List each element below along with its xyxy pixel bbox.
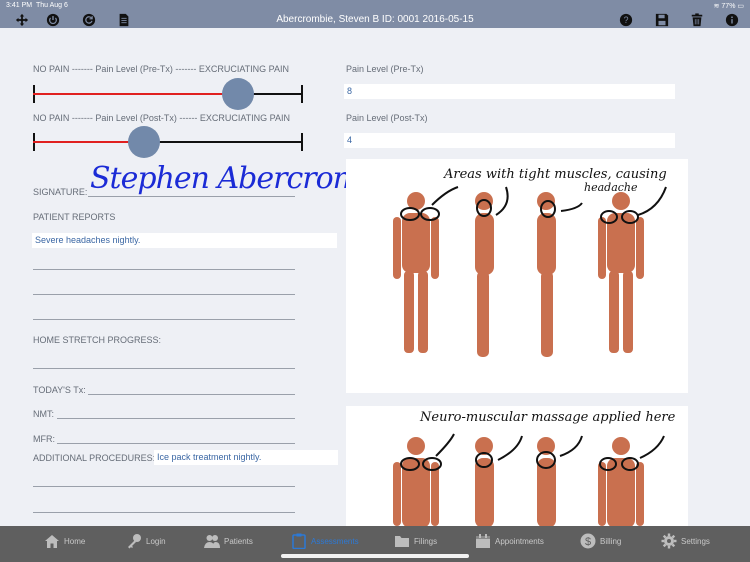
- pain-pre-scale-label: NO PAIN ------- Pain Level (Pre-Tx) ----…: [33, 64, 289, 74]
- signature-label: SIGNATURE:: [33, 187, 88, 197]
- key-icon: [128, 534, 141, 549]
- tab-label: Filings: [414, 536, 438, 546]
- todays-tx-line[interactable]: [88, 394, 295, 395]
- notes-line[interactable]: [33, 269, 295, 270]
- tab-login[interactable]: Login: [126, 526, 166, 556]
- anatomy-diagram-bottom[interactable]: Neuro-muscular massage applied here: [346, 406, 688, 526]
- tab-label: Appointments: [495, 536, 544, 546]
- tab-label: Settings: [681, 536, 710, 546]
- tab-billing[interactable]: $ Billing: [580, 526, 621, 556]
- info-icon[interactable]: [724, 12, 740, 28]
- patients-icon: [204, 535, 220, 548]
- tab-home[interactable]: Home: [44, 526, 85, 556]
- svg-text:?: ?: [624, 15, 629, 25]
- diagram-note-line-2: headache: [584, 181, 638, 194]
- status-right: ≋ 77% ▭: [714, 2, 744, 10]
- status-bar: 3:41 PM Thu Aug 6 ≋ 77% ▭: [0, 0, 750, 12]
- tab-label: Patients: [224, 536, 253, 546]
- nmt-label: NMT:: [33, 409, 54, 419]
- battery-icon: ▭: [737, 3, 744, 10]
- notes-line[interactable]: [33, 294, 295, 295]
- top-toolbar: Abercrombie, Steven B ID: 0001 2016-05-1…: [0, 12, 750, 28]
- tab-label: Home: [64, 536, 86, 546]
- notes-line[interactable]: [33, 486, 295, 487]
- additional-procedures-label: ADDITIONAL PROCEDURES:: [33, 453, 156, 463]
- pain-pre-slider[interactable]: [33, 78, 303, 110]
- tab-label: Assessments: [311, 536, 359, 546]
- calendar-icon: [476, 534, 490, 548]
- diagram-note-line-1: Areas with tight muscles, causing: [444, 167, 667, 182]
- notes-line[interactable]: [33, 319, 295, 320]
- mfr-line[interactable]: [57, 443, 295, 444]
- pain-pre-value-field[interactable]: 8: [344, 84, 675, 99]
- patient-reports-label: PATIENT REPORTS: [33, 212, 116, 222]
- pain-post-slider[interactable]: [33, 126, 303, 158]
- clipboard-icon: [292, 533, 306, 549]
- folder-icon: [395, 536, 409, 547]
- tab-patients[interactable]: Patients: [204, 526, 253, 556]
- pain-pre-value-label: Pain Level (Pre-Tx): [346, 64, 424, 74]
- page-title: Abercrombie, Steven B ID: 0001 2016-05-1…: [276, 14, 474, 25]
- trash-icon[interactable]: [689, 12, 705, 28]
- diagram-note-bottom: Neuro-muscular massage applied here: [420, 410, 676, 425]
- home-stretch-line[interactable]: [33, 368, 295, 369]
- tab-settings[interactable]: Settings: [661, 526, 710, 556]
- slider-thumb[interactable]: [128, 126, 160, 158]
- nmt-line[interactable]: [57, 418, 295, 419]
- muscle-figures-illustration: [393, 186, 667, 357]
- mfr-label: MFR:: [33, 434, 55, 444]
- help-icon[interactable]: ?: [618, 12, 634, 28]
- status-time-date: 3:41 PM Thu Aug 6: [6, 2, 68, 9]
- notes-line[interactable]: [33, 512, 295, 513]
- wifi-icon: ≋: [713, 3, 720, 10]
- slider-max-cap: [301, 85, 303, 103]
- tab-filings[interactable]: Filings: [394, 526, 437, 556]
- additional-procedures-field[interactable]: Ice pack treatment nightly.: [154, 450, 338, 465]
- home-icon: [45, 535, 59, 548]
- dollar-icon: $: [580, 533, 596, 549]
- tab-label: Billing: [600, 536, 622, 546]
- pain-post-value-label: Pain Level (Post-Tx): [346, 113, 428, 123]
- save-icon[interactable]: [654, 12, 670, 28]
- pain-post-value-field[interactable]: 4: [344, 133, 675, 148]
- battery-percent: 77%: [721, 3, 736, 10]
- assessment-form: NO PAIN ------- Pain Level (Pre-Tx) ----…: [0, 28, 750, 526]
- slider-max-cap: [301, 133, 303, 151]
- anatomy-diagram-top[interactable]: Areas with tight muscles, causing headac…: [346, 159, 688, 393]
- slider-track: [144, 141, 303, 143]
- slider-fill: [33, 93, 238, 95]
- pain-post-scale-label: NO PAIN ------- Pain Level (Post-Tx) ---…: [33, 113, 291, 123]
- todays-tx-label: TODAY'S Tx:: [33, 385, 86, 395]
- home-indicator[interactable]: [281, 554, 469, 558]
- svg-text:$: $: [585, 536, 591, 548]
- home-stretch-label: HOME STRETCH PROGRESS:: [33, 335, 162, 345]
- tab-appointments[interactable]: Appointments: [475, 526, 544, 556]
- tab-assessments[interactable]: Assessments: [291, 526, 359, 556]
- signature-underline: [88, 196, 295, 197]
- slider-thumb[interactable]: [222, 78, 254, 110]
- patient-reports-field[interactable]: Severe headaches nightly.: [32, 233, 337, 248]
- gear-icon: [661, 533, 677, 549]
- tab-label: Login: [146, 536, 166, 546]
